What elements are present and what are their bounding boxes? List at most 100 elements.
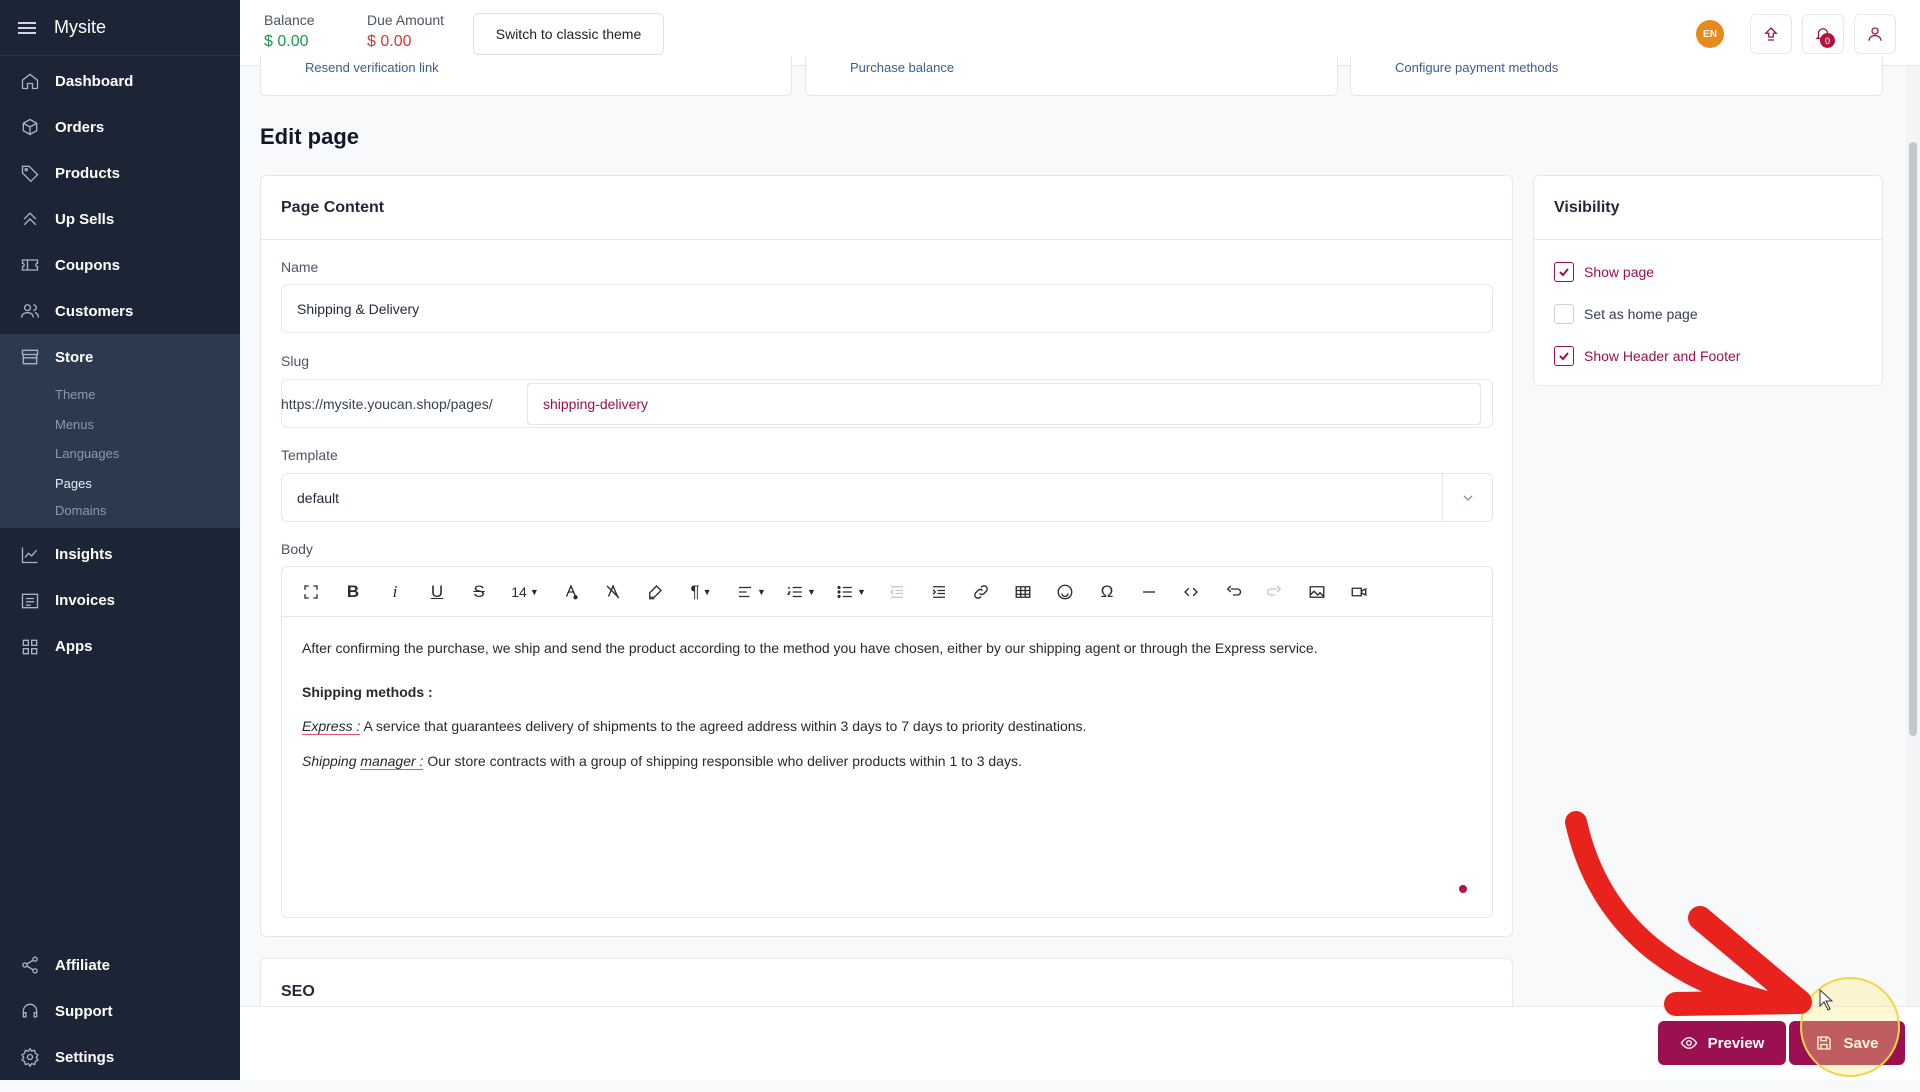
sidebar-item-affiliate[interactable]: Affiliate (0, 942, 240, 988)
ordered-list-button[interactable]: ▼ (776, 576, 826, 608)
language-badge[interactable]: EN (1696, 20, 1724, 48)
special-char-button[interactable]: Ω (1086, 576, 1128, 608)
switch-theme-button[interactable]: Switch to classic theme (473, 13, 664, 55)
resend-verification-link[interactable]: Resend verification link (305, 60, 439, 75)
page-content-card: Page Content Name Shipping & Delivery Sl… (260, 175, 1513, 937)
sidebar-item-label: Affiliate (55, 956, 111, 974)
sidebar-item-label: Coupons (55, 256, 120, 274)
strikethrough-button[interactable]: S (458, 576, 500, 608)
fullscreen-button[interactable] (290, 576, 332, 608)
table-icon (1015, 585, 1031, 598)
manager-term-a: Shipping (302, 752, 361, 769)
upgrade-icon (1764, 27, 1778, 41)
code-view-button[interactable] (1170, 576, 1212, 608)
name-input[interactable]: Shipping & Delivery (281, 284, 1493, 333)
chart-icon (21, 547, 38, 563)
notification-count: 0 (1820, 33, 1835, 48)
manager-text: Our store contracts with a group of ship… (423, 752, 1022, 769)
checkbox-checked[interactable] (1554, 262, 1574, 282)
balance-label: Balance (264, 12, 315, 28)
font-size-select[interactable]: 14 ▼ (500, 576, 550, 608)
body-label: Body (281, 541, 313, 557)
configure-payment-link[interactable]: Configure payment methods (1395, 60, 1558, 75)
clear-format-button[interactable] (592, 576, 634, 608)
gear-icon (21, 1047, 39, 1067)
store-icon (21, 349, 39, 365)
sidebar-item-label: Invoices (55, 592, 116, 609)
sidebar-item-settings[interactable]: Settings (0, 1034, 240, 1080)
bold-button[interactable]: B (332, 576, 374, 608)
upgrade-button[interactable] (1750, 14, 1792, 54)
outdent-button[interactable] (876, 576, 918, 608)
table-button[interactable] (1002, 576, 1044, 608)
paragraph-format-button[interactable]: ¶ ▼ (676, 576, 726, 608)
bullet-list-button[interactable]: ▼ (826, 576, 876, 608)
body-paragraph: After confirming the purchase, we ship a… (302, 640, 1318, 656)
link-button[interactable] (960, 576, 1002, 608)
editor-content[interactable]: After confirming the purchase, we ship a… (282, 617, 1492, 770)
body-express-line: Express : A service that guarantees deli… (302, 717, 1472, 736)
profile-button[interactable] (1854, 14, 1896, 54)
insert-video-button[interactable] (1338, 576, 1380, 608)
show-page-checkbox[interactable]: Show page (1554, 262, 1654, 282)
redo-button[interactable] (1254, 576, 1296, 608)
indent-button[interactable] (918, 576, 960, 608)
sidebar-item-store[interactable]: Store (0, 334, 240, 380)
sidebar-item-insights[interactable]: Insights (0, 532, 240, 578)
due-amount-label: Due Amount (367, 12, 445, 28)
sidebar-subitem-pages[interactable]: Pages (0, 469, 240, 499)
ticket-icon (21, 259, 39, 271)
sidebar-item-invoices[interactable]: Invoices (0, 578, 240, 624)
click-highlight (1800, 977, 1900, 1077)
text-color-button[interactable] (550, 576, 592, 608)
horizontal-line-button[interactable] (1128, 576, 1170, 608)
sidebar-item-support[interactable]: Support (0, 988, 240, 1034)
sidebar-item-up-sells[interactable]: Up Sells (0, 196, 240, 242)
caret-down-icon: ▼ (702, 586, 712, 597)
sidebar-item-coupons[interactable]: Coupons (0, 242, 240, 288)
checkbox-unchecked[interactable] (1554, 304, 1574, 324)
headset-icon (22, 1003, 38, 1018)
users-icon (21, 304, 39, 318)
slug-input[interactable]: shipping-delivery (527, 383, 1481, 425)
undo-icon (1226, 585, 1242, 596)
menu-icon[interactable] (18, 19, 36, 37)
brand-name: Mysite (54, 17, 107, 37)
sidebar-item-dashboard[interactable]: Dashboard (0, 58, 240, 104)
sidebar-item-products[interactable]: Products (0, 150, 240, 196)
editor-status-dot (1459, 885, 1467, 893)
italic-button[interactable]: i (374, 576, 416, 608)
show-page-label: Show page (1584, 264, 1655, 280)
sidebar-item-apps[interactable]: Apps (0, 624, 240, 670)
emoji-button[interactable] (1044, 576, 1086, 608)
sidebar-subitem-menus[interactable]: Menus (0, 410, 240, 440)
purchase-balance-link[interactable]: Purchase balance (850, 60, 954, 75)
dropdown-arrow[interactable] (1442, 474, 1492, 521)
insert-image-button[interactable] (1296, 576, 1338, 608)
highlight-button[interactable] (634, 576, 676, 608)
bullet-list-icon (837, 585, 852, 598)
preview-button[interactable]: Preview (1658, 1021, 1786, 1065)
template-select[interactable]: default (281, 473, 1493, 522)
page-title: Edit page (260, 124, 360, 149)
scrollbar-thumb[interactable] (1909, 142, 1917, 736)
undo-button[interactable] (1212, 576, 1254, 608)
sidebar-subitem-domains[interactable]: Domains (0, 498, 240, 528)
sidebar-subitem-theme[interactable]: Theme (0, 380, 240, 410)
fullscreen-icon (304, 584, 318, 599)
align-button[interactable]: ▼ (726, 576, 776, 608)
page-scrollbar[interactable] (1906, 66, 1920, 1006)
notifications-button[interactable]: 0 (1802, 14, 1844, 54)
show-header-footer-checkbox[interactable]: Show Header and Footer (1554, 346, 1740, 366)
outdent-icon (890, 585, 903, 598)
sidebar-subitem-languages[interactable]: Languages (0, 439, 240, 469)
checkbox-checked[interactable] (1554, 346, 1574, 366)
set-home-page-checkbox[interactable]: Set as home page (1554, 304, 1698, 324)
sidebar-item-orders[interactable]: Orders (0, 104, 240, 150)
sidebar-item-customers[interactable]: Customers (0, 288, 240, 334)
tag-icon (21, 165, 39, 183)
underline-button[interactable]: U (416, 576, 458, 608)
sidebar-item-label: Insights (55, 546, 113, 563)
omega-icon: Ω (1100, 581, 1114, 601)
code-icon (1184, 587, 1198, 596)
